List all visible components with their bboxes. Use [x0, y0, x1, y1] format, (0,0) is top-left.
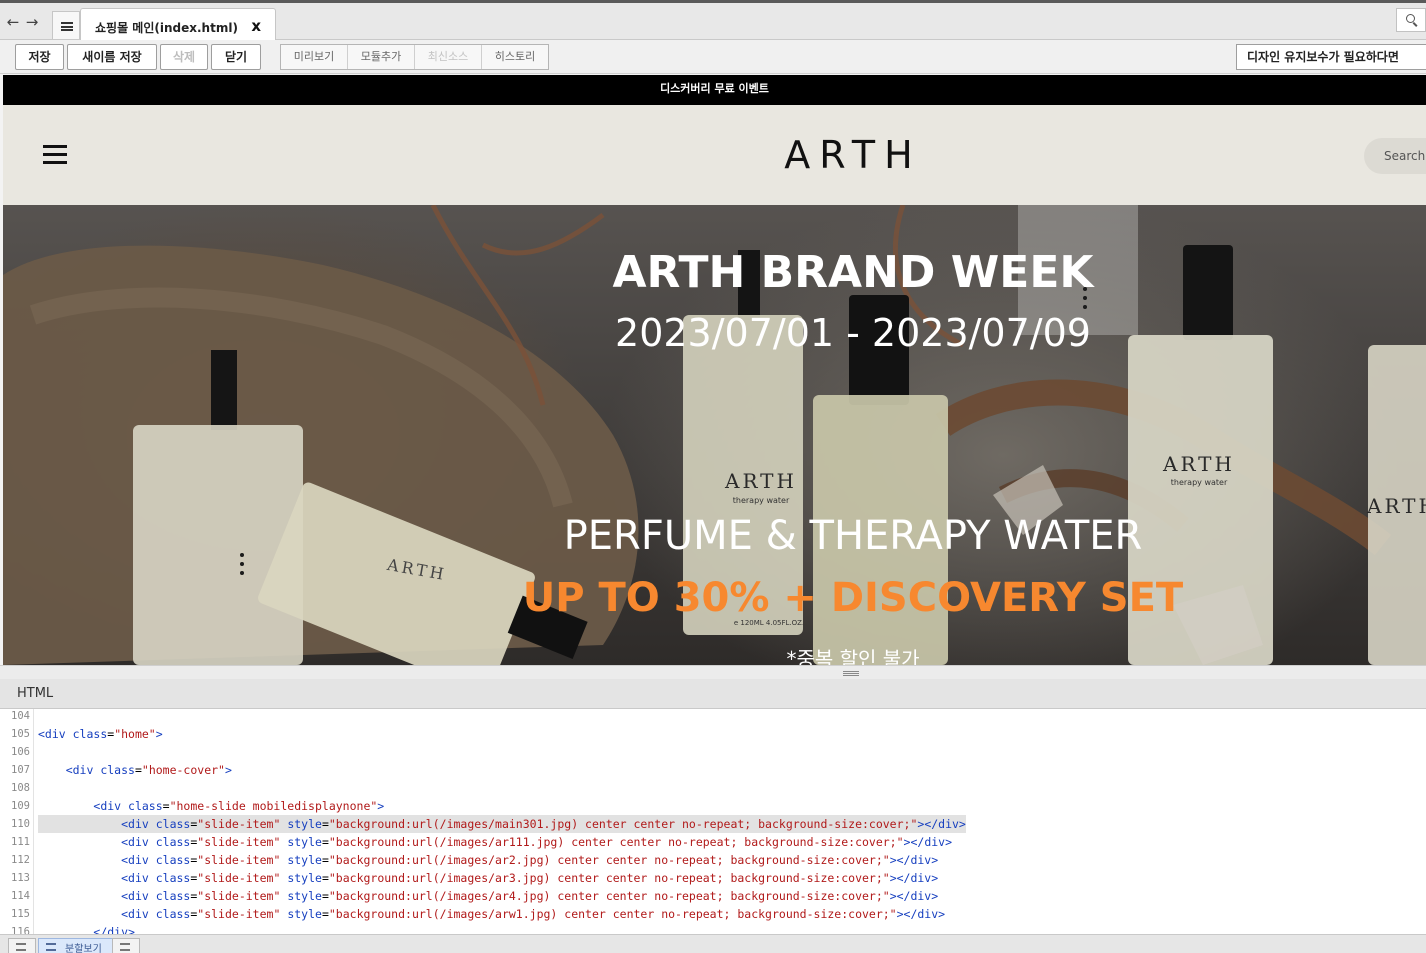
code-text: <div class="home-slide mobiledisplaynone… — [93, 799, 385, 813]
line-number: 108 — [11, 782, 30, 794]
event-top-band[interactable]: 디스커버리 무료 이벤트 — [3, 75, 1426, 105]
line-number: 109 — [11, 800, 30, 812]
code-panel-header: HTML — [0, 679, 1426, 709]
save-button[interactable]: 저장 — [15, 44, 64, 70]
line-number: 114 — [11, 890, 30, 902]
code-text: <div class="slide-item" style="backgroun… — [121, 835, 953, 849]
site-search-input[interactable]: Search — [1364, 138, 1426, 174]
line-number: 107 — [11, 764, 30, 776]
site-logo[interactable]: ARTH — [3, 133, 1426, 177]
line-number: 112 — [11, 854, 30, 866]
design-preview: 디스커버리 무료 이벤트 ARTH Search ARTH therapy wa… — [3, 75, 1426, 665]
line-number: 111 — [11, 836, 30, 848]
split-view-icon — [46, 943, 56, 951]
panel-splitter[interactable] — [0, 665, 1426, 679]
bottle-brand-center: ARTH — [724, 469, 797, 493]
code-editor[interactable]: 104 105 <div class="home"> 106 107 <div clas… — [0, 709, 1426, 934]
code-line[interactable]: 106 — [0, 743, 1426, 761]
hero-subtitle: PERFUME & THERAPY WATER — [563, 513, 1143, 559]
code-text: </div> — [93, 925, 135, 934]
close-button[interactable]: 닫기 — [211, 44, 261, 70]
preview-button[interactable]: 미리보기 — [281, 45, 348, 69]
search-button[interactable] — [1396, 8, 1426, 32]
code-line[interactable]: 116 </div> — [0, 923, 1426, 934]
code-line[interactable]: 107 <div class="home-cover"> — [0, 761, 1426, 779]
tab-title: 쇼핑몰 메인(index.html) — [95, 21, 238, 35]
hero-promo: UP TO 30% + DISCOVERY SET — [522, 575, 1184, 621]
back-arrow-icon[interactable]: ← — [5, 14, 21, 30]
maintenance-notice-button[interactable]: 디자인 유지보수가 필요하다면 — [1236, 44, 1426, 70]
line-number: 104 — [11, 710, 30, 722]
code-line[interactable]: 111 <div class="slide-item" style="backg… — [0, 833, 1426, 851]
code-text: <div class="slide-item" style="backgroun… — [121, 889, 939, 903]
code-panel-title: HTML — [17, 686, 54, 701]
delete-button[interactable]: 삭제 — [160, 44, 208, 70]
code-text: <div class="slide-item" style="backgroun… — [38, 815, 966, 833]
code-text: <div class="slide-item" style="backgroun… — [121, 907, 946, 921]
code-text: <div class="home-cover"> — [65, 763, 232, 777]
hero-dates: 2023/07/01 - 2023/07/09 — [615, 311, 1091, 355]
code-line[interactable]: 115 <div class="slide-item" style="backg… — [0, 905, 1426, 923]
code-line[interactable]: 105 <div class="home"> — [0, 725, 1426, 743]
line-number: 113 — [11, 872, 30, 884]
split-view-label: 분할보기 — [65, 944, 102, 953]
tab-list-button[interactable] — [52, 11, 80, 39]
tab-active-file[interactable]: 쇼핑몰 메인(index.html) x — [80, 8, 276, 43]
hero-note: *중복 할인 불가 — [786, 647, 920, 665]
view-action-group: 미리보기 모듈추가 최신소스 히스토리 — [280, 44, 549, 70]
bottle-label-center: therapy water — [733, 496, 790, 505]
line-number: 105 — [11, 728, 30, 740]
code-line[interactable]: 108 — [0, 779, 1426, 797]
site-header: ARTH Search — [3, 105, 1426, 205]
hero-title: ARTH BRAND WEEK — [612, 247, 1094, 298]
code-line[interactable]: 114 <div class="slide-item" style="backg… — [0, 887, 1426, 905]
editor-toolbar: 저장 새이름 저장 삭제 닫기 미리보기 모듈추가 최신소스 히스토리 디자인 … — [0, 40, 1426, 74]
code-view-button[interactable] — [112, 938, 140, 953]
grid-icon — [16, 943, 26, 951]
save-as-button[interactable]: 새이름 저장 — [67, 44, 157, 70]
close-tab-icon[interactable]: x — [251, 17, 261, 35]
drag-handle-icon[interactable] — [843, 671, 859, 676]
code-text: <div class="slide-item" style="backgroun… — [121, 871, 939, 885]
history-button[interactable]: 히스토리 — [482, 45, 548, 69]
add-module-button[interactable]: 모듈추가 — [348, 45, 415, 69]
line-number: 116 — [11, 926, 30, 934]
design-view-button[interactable] — [8, 938, 36, 953]
tab-bar: ← → 쇼핑몰 메인(index.html) x — [0, 0, 1426, 43]
line-number: 106 — [11, 746, 30, 758]
view-mode-bar: 분할보기 — [0, 934, 1426, 953]
code-line[interactable]: 112 <div class="slide-item" style="backg… — [0, 851, 1426, 869]
search-icon — [1406, 14, 1415, 23]
code-line[interactable]: 113 <div class="slide-item" style="backg… — [0, 869, 1426, 887]
code-view-icon — [120, 943, 130, 951]
bottle-brand-right: ARTH — [1162, 452, 1235, 476]
code-line[interactable]: 109 <div class="home-slide mobiledisplay… — [0, 797, 1426, 815]
line-number: 115 — [11, 908, 30, 920]
line-number: 110 — [11, 818, 30, 830]
hero-banner[interactable]: ARTH therapy water ARTH therapy water AR… — [3, 205, 1426, 665]
code-line[interactable]: 110 <div class="slide-item" style="backg… — [0, 815, 1426, 833]
list-icon — [61, 22, 73, 31]
bottle-label-right: therapy water — [1171, 478, 1228, 487]
code-text: <div class="slide-item" style="backgroun… — [121, 853, 939, 867]
forward-arrow-icon[interactable]: → — [24, 14, 40, 30]
code-text: <div class="home"> — [38, 727, 163, 741]
code-line[interactable]: 104 — [0, 709, 1426, 725]
latest-source-button[interactable]: 최신소스 — [415, 45, 482, 69]
